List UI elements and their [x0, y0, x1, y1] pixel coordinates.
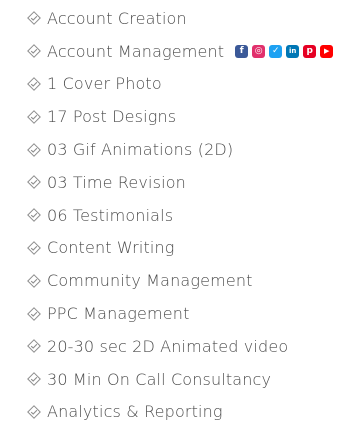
check-diamond-icon [27, 273, 41, 288]
feature-label: Community Management [47, 271, 253, 291]
feature-label: 1 Cover Photo [47, 74, 162, 94]
feature-label: Content Writing [47, 238, 175, 258]
feature-label: Analytics & Reporting [47, 402, 223, 422]
feature-label: 06 Testimonials [47, 205, 174, 225]
feature-item-cover-photo: 1 Cover Photo [27, 68, 347, 101]
check-diamond-icon [27, 208, 41, 223]
feature-item-community-management: Community Management [27, 264, 347, 297]
feature-list: Account Creation Account Management f ◎ … [27, 2, 347, 428]
feature-label: 17 Post Designs [47, 107, 177, 127]
check-diamond-icon [27, 372, 41, 387]
feature-label: 03 Gif Animations (2D) [47, 140, 234, 160]
check-diamond-icon [27, 11, 41, 26]
check-diamond-icon [27, 109, 41, 124]
feature-item-content-writing: Content Writing [27, 232, 347, 265]
feature-label: Account Creation [47, 8, 187, 28]
twitter-icon: ✓ [269, 44, 283, 58]
facebook-icon: f [235, 44, 249, 58]
feature-item-account-creation: Account Creation [27, 2, 347, 35]
instagram-icon: ◎ [252, 44, 266, 58]
check-diamond-icon [27, 241, 41, 255]
feature-item-post-designs: 17 Post Designs [27, 100, 347, 133]
check-diamond-icon [27, 306, 41, 321]
check-diamond-icon [27, 77, 41, 91]
check-diamond-icon [27, 175, 41, 190]
feature-label: 03 Time Revision [47, 172, 186, 192]
feature-item-gif-animations: 03 Gif Animations (2D) [27, 133, 347, 166]
youtube-icon: ▶ [320, 44, 334, 58]
check-diamond-icon [27, 142, 41, 157]
feature-item-account-management: Account Management f ◎ ✓ in p ▶ [27, 35, 347, 68]
feature-label: Account Management [47, 41, 225, 61]
check-diamond-icon [27, 44, 41, 59]
feature-item-analytics-reporting: Analytics & Reporting [27, 396, 347, 428]
pinterest-icon: p [303, 44, 317, 58]
check-diamond-icon [27, 405, 41, 419]
feature-item-testimonials: 06 Testimonials [27, 199, 347, 232]
feature-item-call-consultancy: 30 Min On Call Consultancy [27, 363, 347, 396]
social-icons: f ◎ ✓ in p ▶ [235, 44, 334, 58]
feature-item-animated-video: 20-30 sec 2D Animated video [27, 330, 347, 363]
check-diamond-icon [27, 339, 41, 354]
feature-item-time-revision: 03 Time Revision [27, 166, 347, 199]
feature-label: 30 Min On Call Consultancy [47, 369, 272, 389]
feature-item-ppc-management: PPC Management [27, 297, 347, 330]
feature-label: 20-30 sec 2D Animated video [47, 336, 289, 356]
feature-label: PPC Management [47, 304, 190, 324]
linkedin-icon: in [286, 44, 300, 58]
